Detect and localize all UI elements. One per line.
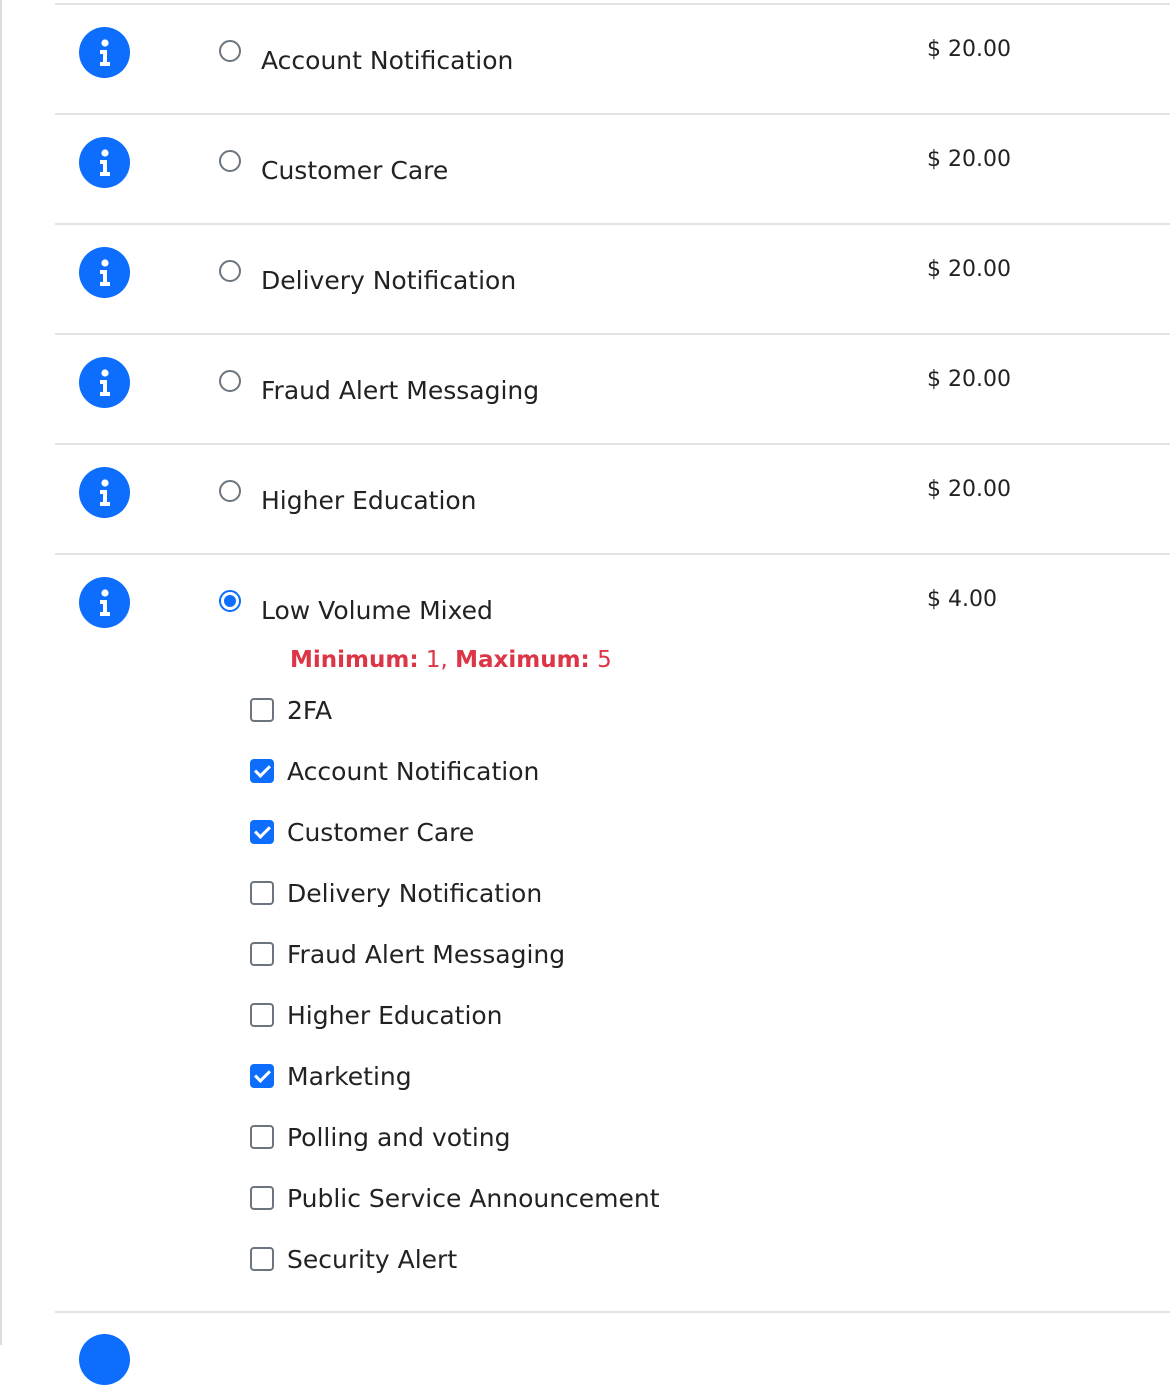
row-divider <box>55 223 1170 225</box>
use-case-label[interactable]: Delivery Notification <box>287 879 542 909</box>
minimum-value: 1, <box>425 647 448 673</box>
row-divider <box>55 3 1170 5</box>
use-case-label[interactable]: Account Notification <box>287 757 539 787</box>
option-price: $ 20.00 <box>927 147 1011 172</box>
option-price: $ 20.00 <box>927 37 1011 62</box>
use-case-label[interactable]: 2FA <box>287 696 332 726</box>
option-radio-fraud-alert-messaging[interactable] <box>219 370 241 392</box>
use-case-checkbox[interactable] <box>250 1003 274 1027</box>
option-radio-higher-education[interactable] <box>219 480 241 502</box>
option-label: Delivery Notification <box>261 266 517 295</box>
option-radio-low-volume-mixed[interactable] <box>219 590 241 612</box>
use-case-checkbox[interactable] <box>250 820 274 844</box>
use-case-label[interactable]: Higher Education <box>287 1001 503 1031</box>
use-case-checkbox[interactable] <box>250 698 274 722</box>
use-case-checkbox[interactable] <box>250 1125 274 1149</box>
info-circle-icon[interactable] <box>79 1334 130 1385</box>
use-case-label[interactable]: Customer Care <box>287 818 474 848</box>
info-circle-icon[interactable] <box>79 357 130 408</box>
maximum-value: 5 <box>597 647 612 673</box>
option-price: $ 20.00 <box>927 477 1011 502</box>
maximum-label: Maximum: <box>455 647 590 673</box>
use-case-checkbox[interactable] <box>250 1064 274 1088</box>
info-circle-icon[interactable] <box>79 467 130 518</box>
row-divider <box>55 1311 1170 1313</box>
option-label: Low Volume Mixed <box>261 596 493 625</box>
option-radio-account-notification[interactable] <box>219 40 241 62</box>
option-price: $ 4.00 <box>927 587 997 612</box>
info-circle-icon[interactable] <box>79 247 130 298</box>
option-price: $ 20.00 <box>927 257 1011 282</box>
option-label: Account Notification <box>261 46 514 75</box>
option-radio-delivery-notification[interactable] <box>219 260 241 282</box>
info-circle-icon[interactable] <box>79 27 130 78</box>
use-case-checkbox[interactable] <box>250 942 274 966</box>
use-case-checkbox[interactable] <box>250 759 274 783</box>
use-case-label[interactable]: Security Alert <box>287 1245 457 1275</box>
use-case-checkbox[interactable] <box>250 1247 274 1271</box>
use-case-checkbox[interactable] <box>250 881 274 905</box>
row-divider <box>55 443 1170 445</box>
option-price: $ 20.00 <box>927 367 1011 392</box>
info-circle-icon[interactable] <box>79 137 130 188</box>
row-divider <box>55 553 1170 555</box>
minimum-label: Minimum: <box>290 647 419 673</box>
use-case-checkbox[interactable] <box>250 1186 274 1210</box>
option-label: Fraud Alert Messaging <box>261 376 540 405</box>
row-divider <box>55 113 1170 115</box>
option-label: Customer Care <box>261 156 449 185</box>
option-radio-customer-care[interactable] <box>219 150 241 172</box>
option-label: Higher Education <box>261 486 477 515</box>
left-border <box>0 0 2 1345</box>
use-case-label[interactable]: Fraud Alert Messaging <box>287 940 565 970</box>
info-circle-icon[interactable] <box>79 577 130 628</box>
min-max-hint: Minimum: 1, Maximum: 5 <box>290 645 612 675</box>
use-case-label[interactable]: Marketing <box>287 1062 412 1092</box>
use-case-label[interactable]: Polling and voting <box>287 1123 511 1153</box>
use-case-label[interactable]: Public Service Announcement <box>287 1184 660 1214</box>
row-divider <box>55 333 1170 335</box>
